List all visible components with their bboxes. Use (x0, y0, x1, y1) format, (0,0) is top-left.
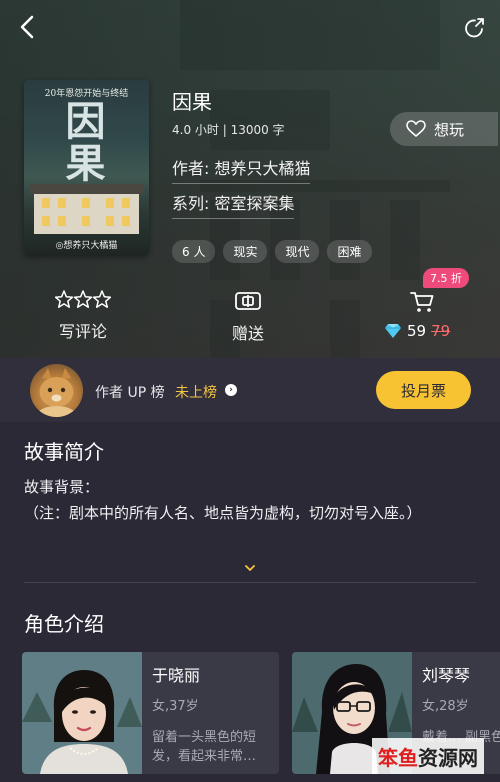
character-card[interactable]: 于晓丽 女,37岁 留着一头黑色的短发，看起来非常… (22, 652, 279, 774)
back-button[interactable] (10, 10, 44, 44)
section-divider (24, 582, 476, 583)
chevron-left-icon (20, 15, 34, 39)
story-line: 故事背景： (24, 478, 100, 496)
author-avatar[interactable] (30, 364, 83, 417)
discount-badge: 7.5 折 (423, 268, 469, 288)
share-button[interactable] (458, 12, 490, 44)
cover-author: ◎想养只大橘猫 (55, 241, 118, 251)
book-hero: 20年恩怨开始与终结 因 果 ◎想养只大橘猫 因果 4.0 小时 | 13000… (0, 0, 500, 358)
write-review-button[interactable]: 写评论 (55, 290, 111, 342)
tag-item[interactable]: 现实 (223, 240, 268, 263)
tag-item[interactable]: 6 人 (172, 240, 216, 263)
book-meta: 4.0 小时 | 13000 字 (172, 123, 285, 137)
character-portrait (22, 652, 142, 774)
character-name: 于晓丽 (152, 666, 201, 685)
cover-title-line1: 因 (65, 98, 108, 145)
characters-section-title: 角色介绍 (24, 612, 104, 636)
cover-title-line2: 果 (65, 140, 108, 187)
story-text: 故事背景： （注：剧本中的所有人名、地点皆为虚构，切勿对号入座。） (24, 474, 464, 526)
price-original: 79 (431, 322, 451, 340)
story-section-title: 故事简介 (24, 440, 104, 464)
gift-label: 赠送 (232, 324, 265, 343)
price-current: 59 (407, 322, 427, 340)
author-rank-label: 作者 UP 榜 (95, 385, 165, 401)
book-cover[interactable]: 20年恩怨开始与终结 因 果 ◎想养只大橘猫 (24, 80, 149, 255)
book-title: 因果 (172, 90, 212, 114)
watermark-part: 资源网 (418, 745, 478, 770)
gift-button[interactable]: 赠送 (232, 290, 264, 344)
gift-card-icon (235, 292, 261, 310)
character-description: 留着一头黑色的短发，看起来非常… (152, 730, 257, 764)
story-line: （注：剧本中的所有人名、地点皆为虚构，切勿对号入座。） (24, 504, 422, 522)
book-series-link[interactable]: 系列: 密室探案集 (172, 190, 295, 219)
write-review-label: 写评论 (58, 322, 107, 341)
tag-list: 6 人 现实 现代 困难 (172, 240, 372, 263)
character-name: 刘琴琴 (422, 666, 471, 685)
character-age: 女,37岁 (152, 699, 199, 714)
three-stars-outline-icon (55, 290, 111, 308)
watermark-logo: 笨鱼 资源网 (372, 738, 484, 774)
author-rank-status[interactable]: 未上榜 (175, 382, 217, 402)
monthly-vote-button[interactable]: 投月票 (376, 371, 471, 409)
diamond-icon (385, 324, 401, 338)
cover-house-image (30, 184, 143, 234)
want-to-play-label: 想玩 (434, 120, 465, 139)
chevron-right-icon[interactable]: › (225, 384, 237, 396)
watermark-part: 笨鱼 (378, 745, 418, 770)
buy-button[interactable]: 59 79 (384, 290, 450, 340)
price-row: 59 79 (384, 322, 450, 340)
cat-avatar-image (36, 368, 77, 417)
share-icon (465, 18, 484, 38)
book-author-link[interactable]: 作者: 想养只大橘猫 (172, 155, 311, 184)
tag-item[interactable]: 困难 (327, 240, 372, 263)
author-rank-bar: 作者 UP 榜 未上榜 › 投月票 (0, 358, 500, 422)
want-to-play-button[interactable]: 想玩 (390, 112, 498, 146)
heart-outline-icon (406, 120, 426, 138)
tag-item[interactable]: 现代 (275, 240, 320, 263)
expand-button[interactable] (244, 557, 256, 576)
cart-icon (410, 292, 434, 312)
chevron-down-icon (245, 565, 255, 571)
character-age: 女,28岁 (422, 699, 469, 714)
